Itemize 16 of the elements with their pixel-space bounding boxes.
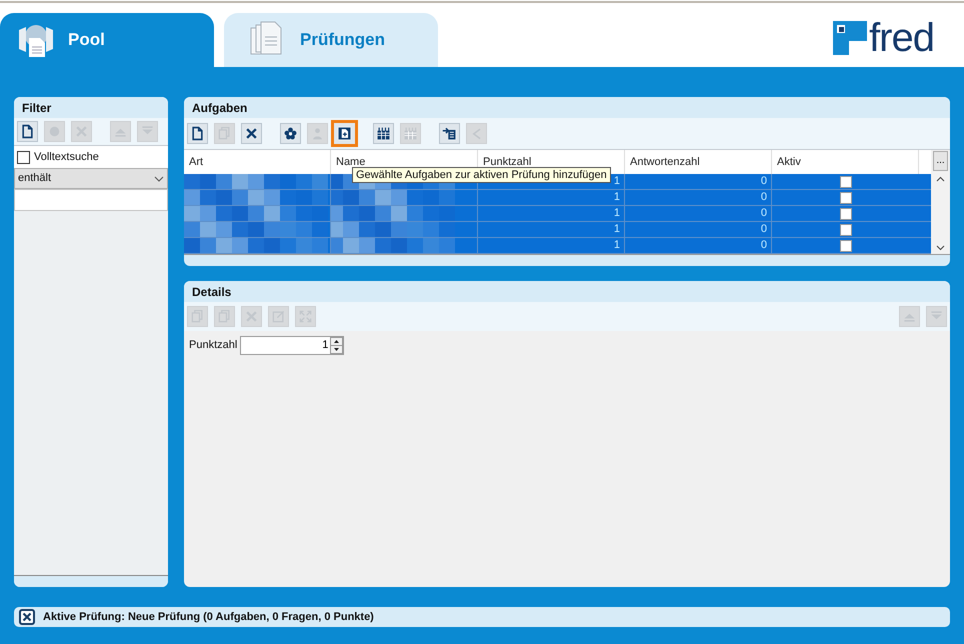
- table-cell: 1: [478, 238, 625, 253]
- logo-text: fred: [869, 18, 934, 58]
- tooltip: Gewählte Aufgaben zur aktiven Prüfung hinzufügen: [352, 167, 611, 183]
- panel-title: Details: [184, 281, 950, 302]
- table-cell: 0: [625, 206, 772, 221]
- table-cell: 0: [625, 222, 772, 237]
- field-label: Punktzahl: [189, 338, 238, 354]
- table-cell: 0: [625, 190, 772, 205]
- table-cell: 0: [625, 238, 772, 253]
- table-cell: 1: [478, 206, 625, 221]
- checkbox-label: Volltextsuche: [34, 150, 99, 165]
- table-cell: 1: [478, 190, 625, 205]
- status-text: Aktive Prüfung: Neue Prüfung (0 Aufgaben, 0 Fragen, 0 Punkte): [43, 610, 374, 625]
- table-cell: 1: [478, 222, 625, 237]
- table-cell: 0: [625, 174, 772, 189]
- panel-title: Filter: [14, 97, 168, 118]
